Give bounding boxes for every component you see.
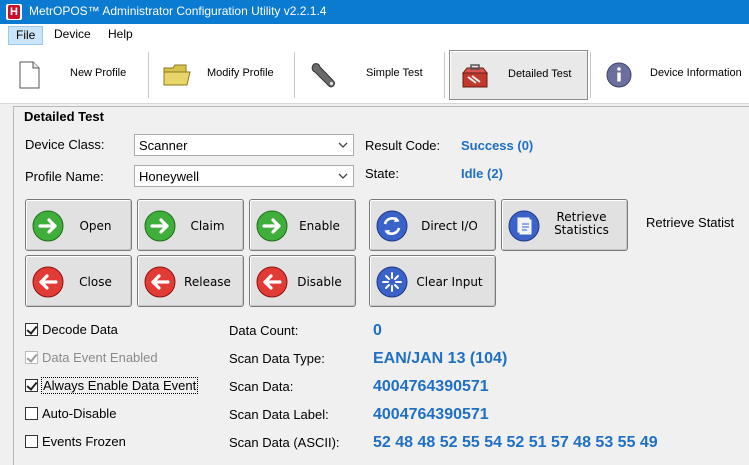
scan-data-label-label: Scan Data Label: — [229, 407, 329, 422]
toolbar-separator — [590, 52, 592, 98]
modify-profile-button[interactable]: Modify Profile — [152, 50, 292, 100]
info-icon — [606, 62, 632, 88]
direct-io-button[interactable]: Direct I/O — [369, 199, 496, 251]
arrow-left-icon — [144, 266, 176, 298]
close-button-label: Close — [79, 275, 112, 289]
profile-name-select[interactable]: Honeywell — [134, 165, 354, 187]
scan-data-value: 4004764390571 — [373, 378, 489, 395]
refresh-icon — [376, 210, 408, 242]
device-information-label: Device Information — [650, 67, 742, 79]
close-button[interactable]: Close — [25, 255, 132, 307]
result-code-value: Success (0) — [461, 138, 534, 153]
toolbar-separator — [294, 52, 296, 98]
sparkle-icon — [376, 266, 408, 298]
document-icon — [508, 210, 540, 242]
scan-data-label: Scan Data: — [229, 379, 294, 394]
new-profile-button[interactable]: New Profile — [4, 50, 146, 100]
release-button[interactable]: Release — [137, 255, 244, 307]
blank-page-icon — [19, 61, 40, 89]
checkbox-box[interactable] — [25, 323, 38, 336]
device-class-value: Scanner — [139, 138, 188, 153]
device-class-label: Device Class: — [25, 137, 105, 152]
result-code-label: Result Code: — [365, 138, 441, 153]
data-event-enabled-label: Data Event Enabled — [42, 350, 158, 365]
retrieve-statistics-line1: Retrieve — [556, 210, 607, 224]
scan-data-ascii-value: 52 48 48 52 55 54 52 51 57 48 53 55 49 — [373, 434, 658, 451]
detailed-test-button[interactable]: Detailed Test — [449, 50, 588, 100]
window-title: MetrOPOS™ Administrator Configuration Ut… — [29, 4, 327, 18]
profile-name-label: Profile Name: — [25, 169, 104, 184]
toolbox-icon — [461, 64, 489, 88]
decode-data-label: Decode Data — [42, 322, 118, 337]
state-label: State: — [365, 166, 399, 181]
disable-button-label: Disable — [297, 275, 342, 289]
arrow-right-icon — [256, 210, 288, 242]
state-value: Idle (2) — [461, 166, 503, 181]
scan-data-type-value: EAN/JAN 13 (104) — [373, 350, 508, 367]
data-count-value: 0 — [373, 322, 382, 339]
checkbox-box[interactable] — [25, 379, 38, 392]
enable-button-label: Enable — [299, 219, 340, 233]
chevron-down-icon — [338, 173, 348, 179]
menu-help[interactable]: Help — [101, 26, 140, 45]
menu-file[interactable]: File — [8, 26, 44, 45]
panel-title: Detailed Test — [24, 109, 104, 124]
new-profile-label: New Profile — [70, 67, 127, 79]
detailed-test-panel: Detailed Test Device Class: Scanner Prof… — [13, 106, 749, 465]
modify-profile-label: Modify Profile — [207, 67, 274, 79]
direct-io-button-label: Direct I/O — [421, 219, 478, 233]
scan-data-type-label: Scan Data Type: — [229, 351, 325, 366]
wrench-icon — [311, 63, 336, 88]
folder-icon — [163, 64, 191, 86]
checkbox-box — [25, 351, 38, 364]
retrieve-statistics-button[interactable]: Retrieve Statistics — [501, 199, 628, 251]
chevron-down-icon — [338, 142, 348, 148]
profile-name-value: Honeywell — [139, 169, 199, 184]
device-class-select[interactable]: Scanner — [134, 134, 354, 156]
open-button-label: Open — [79, 219, 112, 233]
always-enable-data-event-label: Always Enable Data Event — [40, 377, 199, 394]
enable-button[interactable]: Enable — [249, 199, 356, 251]
toolbar-separator — [148, 52, 150, 98]
data-count-label: Data Count: — [229, 323, 299, 338]
scan-data-ascii-label: Scan Data (ASCII): — [229, 435, 340, 450]
auto-disable-label: Auto-Disable — [42, 406, 117, 421]
detailed-test-label: Detailed Test — [508, 68, 572, 80]
events-frozen-label: Events Frozen — [42, 434, 126, 449]
clear-input-button[interactable]: Clear Input — [369, 255, 496, 307]
title-bar: MetrOPOS™ Administrator Configuration Ut… — [0, 0, 749, 24]
release-button-label: Release — [184, 275, 231, 289]
open-button[interactable]: Open — [25, 199, 132, 251]
scan-data-label-value: 4004764390571 — [373, 406, 489, 423]
toolbar: New Profile Modify Profile Simple Test D… — [0, 46, 749, 104]
menu-bar: File Device Help — [0, 24, 749, 46]
checkbox-box[interactable] — [25, 407, 38, 420]
claim-button-label: Claim — [190, 219, 225, 233]
simple-test-label: Simple Test — [366, 67, 423, 79]
simple-test-button[interactable]: Simple Test — [298, 50, 442, 100]
arrow-right-icon — [32, 210, 64, 242]
retrieve-statistics-line2: Statistics — [554, 223, 609, 237]
arrow-right-icon — [144, 210, 176, 242]
menu-device[interactable]: Device — [47, 26, 98, 45]
claim-button[interactable]: Claim — [137, 199, 244, 251]
checkbox-box[interactable] — [25, 435, 38, 448]
retrieve-statistics-label: Retrieve Statistics — [540, 211, 623, 237]
arrow-left-icon — [32, 266, 64, 298]
device-information-button[interactable]: Device Information — [594, 50, 749, 100]
toolbar-separator — [444, 52, 446, 98]
app-logo-icon — [6, 4, 22, 20]
disable-button[interactable]: Disable — [249, 255, 356, 307]
clear-input-button-label: Clear Input — [416, 275, 483, 289]
arrow-left-icon — [256, 266, 288, 298]
retrieve-statistics-output: Retrieve Statist — [646, 215, 735, 230]
